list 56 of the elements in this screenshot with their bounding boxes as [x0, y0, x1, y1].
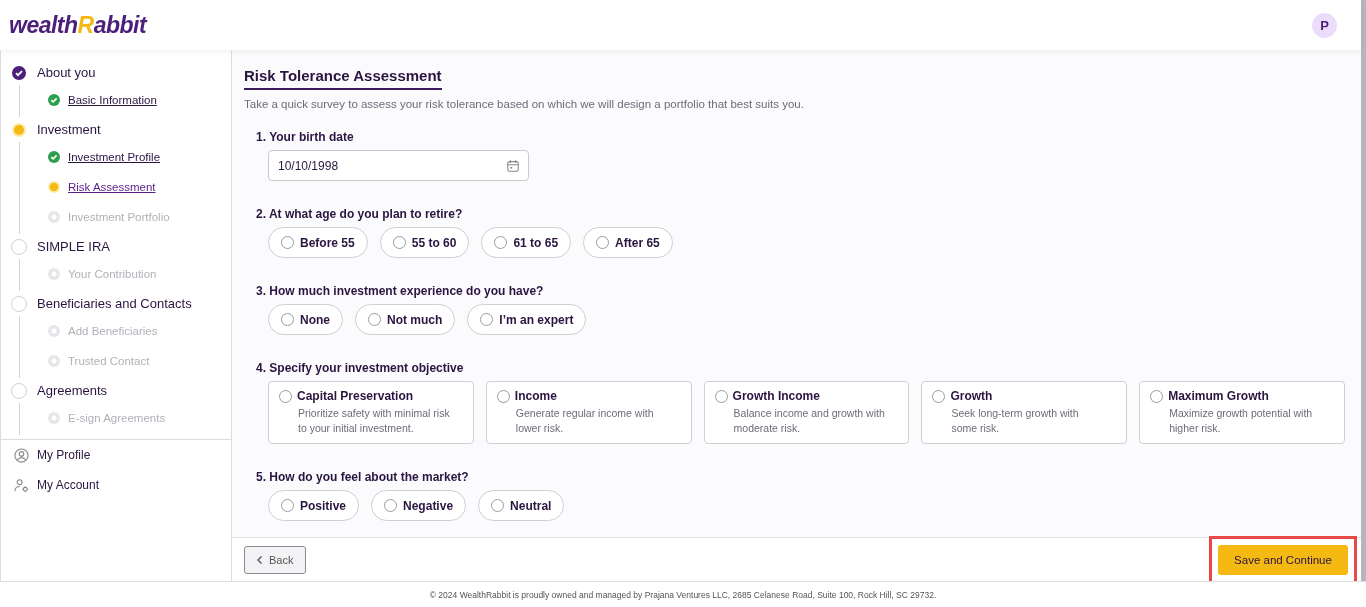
current-step-icon — [48, 181, 60, 193]
option-button[interactable]: Not much — [355, 304, 456, 335]
objective-card[interactable]: Growth Income Balance income and growth with moderate risk. — [703, 381, 910, 444]
calendar-icon[interactable] — [506, 158, 520, 173]
question-label: 4. Specify your investment objective — [256, 361, 465, 375]
logo[interactable]: wealthRabbit — [9, 11, 147, 39]
objective-card[interactable]: Growth Seek long-term growth with some risk. — [921, 381, 1128, 444]
date-field[interactable]: 10/10/1998 — [268, 150, 529, 181]
step-title: About you — [37, 65, 96, 80]
question-label: 1. Your birth date — [256, 130, 355, 144]
back-button[interactable]: Back — [244, 545, 307, 574]
objective-card[interactable]: Income Generate regular income with lower risk. — [485, 381, 692, 444]
option-button[interactable]: Before 55 — [268, 227, 368, 258]
substep-link[interactable]: Risk Assessment — [68, 181, 156, 193]
save-continue-button[interactable]: Save and Continue — [1218, 544, 1348, 575]
option-button[interactable]: After 65 — [583, 227, 673, 258]
step-title: Investment — [37, 122, 101, 137]
option-button[interactable]: Neutral — [478, 490, 565, 521]
dot-icon — [48, 211, 60, 223]
dot-icon — [48, 412, 60, 424]
user-gear-icon — [14, 477, 29, 493]
sidebar-link[interactable]: My Account — [1, 470, 231, 500]
current-step-icon — [12, 122, 26, 137]
option-button[interactable]: Positive — [268, 490, 360, 521]
question-label: 5. How do you feel about the market? — [256, 470, 470, 484]
option-button[interactable]: 55 to 60 — [379, 227, 470, 258]
question-label: 3. How much investment experience do you have? — [256, 284, 545, 298]
check-circle-icon — [12, 65, 26, 80]
option-button[interactable]: 61 to 65 — [481, 227, 572, 258]
dot-icon — [48, 325, 60, 337]
step-title: Agreements — [37, 383, 108, 398]
chevron-left-icon — [255, 554, 265, 565]
step-title: Beneficiaries and Contacts — [37, 296, 192, 311]
page-title: Risk Tolerance Assessment — [244, 67, 442, 90]
empty-circle-icon — [11, 295, 27, 312]
empty-circle-icon — [11, 382, 27, 399]
user-avatar[interactable]: P — [1312, 12, 1337, 38]
step-title: SIMPLE IRA — [37, 239, 110, 254]
objective-card[interactable]: Capital Preservation Prioritize safety with minimal risk to your initial investment. — [268, 381, 474, 444]
option-button[interactable]: None — [268, 304, 343, 335]
option-button[interactable]: Negative — [371, 490, 467, 521]
objective-card[interactable]: Maximum Growth Maximize growth potential with higher risk. — [1139, 381, 1345, 444]
substep-link[interactable]: Investment Profile — [68, 151, 161, 163]
dot-icon — [48, 355, 60, 367]
dot-icon — [48, 268, 60, 280]
substep-link[interactable]: Basic Information — [68, 94, 157, 106]
date-input[interactable]: 10/10/1998 — [278, 158, 478, 173]
scrollbar[interactable] — [1361, 0, 1366, 581]
page-subtitle: Take a quick survey to assess your risk tolerance based on which we will design a portfolio that best suits you. — [244, 98, 805, 110]
option-button[interactable]: I’m an expert — [467, 304, 587, 335]
sidebar-link[interactable]: My Profile — [1, 440, 231, 470]
check-circle-icon — [48, 94, 60, 106]
check-circle-icon — [48, 151, 60, 163]
empty-circle-icon — [11, 238, 27, 255]
user-circle-icon — [14, 447, 29, 463]
question-label: 2. At what age do you plan to retire? — [256, 207, 464, 221]
